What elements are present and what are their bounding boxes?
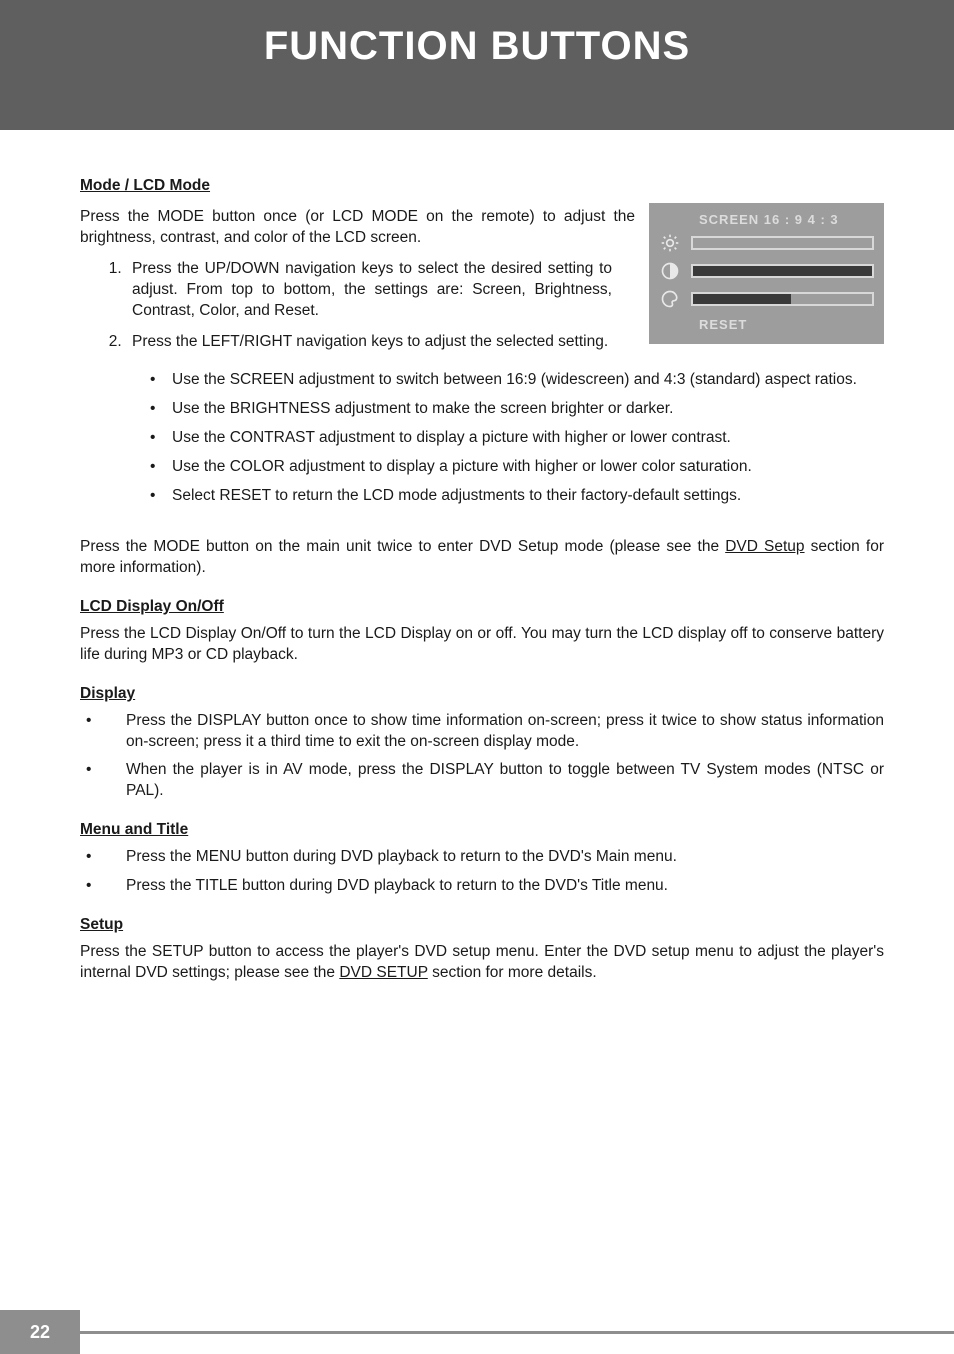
mode-closing: Press the MODE button on the main unit t… xyxy=(80,537,884,579)
page-footer: 22 xyxy=(0,1310,954,1354)
osd-screen-label: SCREEN 16 : 9 4 : 3 xyxy=(659,211,874,229)
mode-bullets: Use the SCREEN adjustment to switch betw… xyxy=(80,370,884,507)
display-bullet: Press the DISPLAY button once to show ti… xyxy=(80,711,884,753)
page-title: FUNCTION BUTTONS xyxy=(264,24,690,69)
osd-brightness-row xyxy=(659,232,874,254)
mode-bullet: Use the SCREEN adjustment to switch betw… xyxy=(150,370,884,391)
menu-bullets: Press the MENU button during DVD playbac… xyxy=(80,847,884,897)
mode-intro-row: Press the MODE button once (or LCD MODE … xyxy=(80,203,884,363)
setup-text: Press the SETUP button to access the pla… xyxy=(80,942,884,984)
mode-closing-pre: Press the MODE button on the main unit t… xyxy=(80,538,725,555)
mode-heading: Mode / LCD Mode xyxy=(80,176,884,197)
page-content: Mode / LCD Mode Press the MODE button on… xyxy=(0,130,954,984)
mode-intro-column: Press the MODE button once (or LCD MODE … xyxy=(80,203,635,363)
osd-contrast-row xyxy=(659,260,874,282)
menu-heading: Menu and Title xyxy=(80,820,884,841)
dvd-setup-section-link: DVD SETUP xyxy=(339,964,427,981)
lcd-text: Press the LCD Display On/Off to turn the… xyxy=(80,624,884,666)
menu-bullet: Press the MENU button during DVD playbac… xyxy=(80,847,884,868)
mode-step-2: Press the LEFT/RIGHT navigation keys to … xyxy=(126,332,635,353)
mode-bullet: Use the BRIGHTNESS adjustment to make th… xyxy=(150,399,884,420)
mode-step-1: Press the UP/DOWN navigation keys to sel… xyxy=(126,259,635,322)
mode-intro-text: Press the MODE button once (or LCD MODE … xyxy=(80,207,635,249)
display-bullet: When the player is in AV mode, press the… xyxy=(80,760,884,802)
contrast-icon xyxy=(659,260,681,282)
lcd-heading: LCD Display On/Off xyxy=(80,597,884,618)
osd-brightness-bar xyxy=(691,236,874,250)
display-bullets: Press the DISPLAY button once to show ti… xyxy=(80,711,884,803)
osd-panel: SCREEN 16 : 9 4 : 3 xyxy=(649,203,884,344)
footer-rule xyxy=(80,1331,954,1334)
mode-steps: Press the UP/DOWN navigation keys to sel… xyxy=(80,259,635,353)
osd-color-row xyxy=(659,288,874,310)
menu-bullet: Press the TITLE button during DVD playba… xyxy=(80,876,884,897)
brightness-icon xyxy=(659,232,681,254)
setup-heading: Setup xyxy=(80,915,884,936)
osd-color-bar xyxy=(691,292,874,306)
mode-bullet: Use the COLOR adjustment to display a pi… xyxy=(150,457,884,478)
dvd-setup-link: DVD Setup xyxy=(725,538,804,555)
mode-step-1-text: Press the UP/DOWN navigation keys to sel… xyxy=(132,259,612,322)
display-heading: Display xyxy=(80,684,884,705)
osd-reset-label: RESET xyxy=(659,316,874,334)
color-icon xyxy=(659,288,681,310)
page-number: 22 xyxy=(0,1310,80,1354)
setup-post: section for more details. xyxy=(428,964,597,981)
mode-bullet: Use the CONTRAST adjustment to display a… xyxy=(150,428,884,449)
osd-contrast-bar xyxy=(691,264,874,278)
mode-bullet: Select RESET to return the LCD mode adju… xyxy=(150,486,884,507)
page-header: FUNCTION BUTTONS xyxy=(0,0,954,130)
